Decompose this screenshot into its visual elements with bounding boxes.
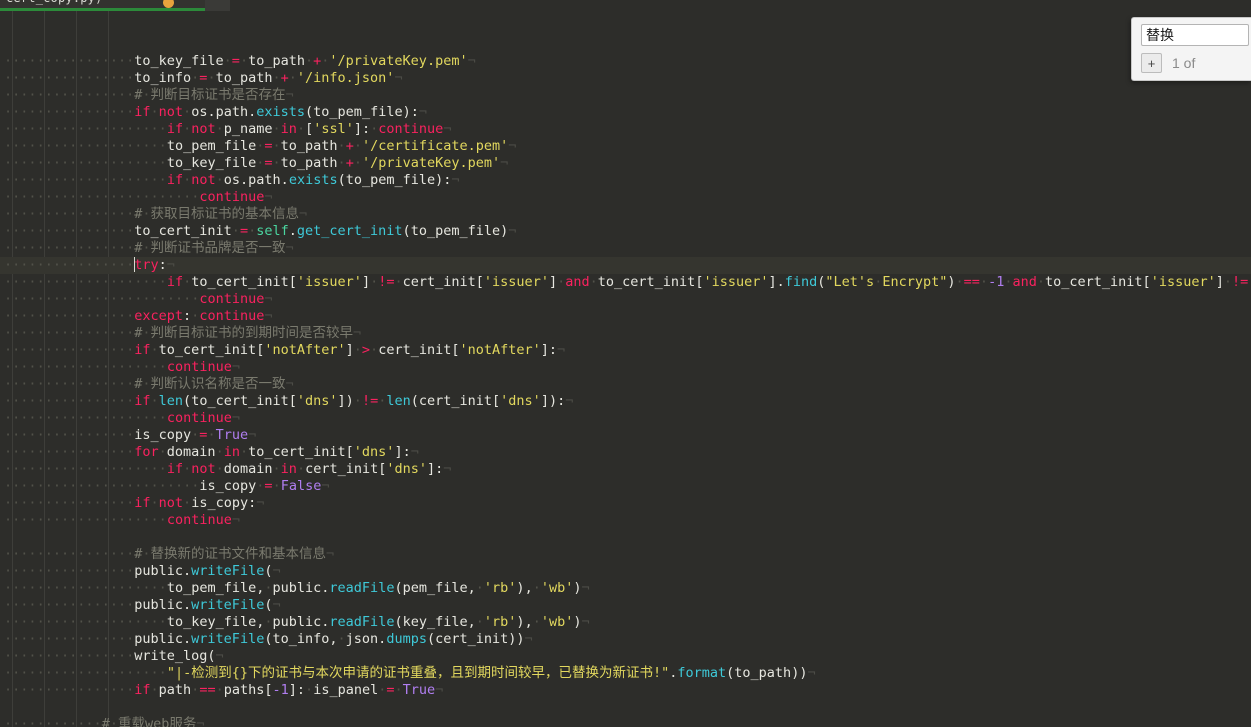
find-panel-controls: + 1 of — [1141, 53, 1251, 73]
code-line[interactable]: ················to_cert_init·=·self.get_… — [0, 223, 1251, 240]
code-line[interactable]: ················except:·continue¬ — [0, 308, 1251, 325]
code-line[interactable]: ····················continue¬ — [0, 359, 1251, 376]
code-line[interactable]: ························is_copy·=·False¬ — [0, 478, 1251, 495]
code-line[interactable] — [0, 529, 1251, 546]
code-line[interactable]: ················if·not·os.path.exists(to… — [0, 104, 1251, 121]
code-line[interactable]: ························continue¬ — [0, 291, 1251, 308]
code-line[interactable]: ················#·判断证书品牌是否一致¬ — [0, 240, 1251, 257]
code-line[interactable]: ················#·判断目标证书是否存在¬ — [0, 87, 1251, 104]
code-line[interactable]: ················if·to_cert_init['notAfte… — [0, 342, 1251, 359]
tab-label: cert_copy.py) — [6, 0, 103, 5]
code-line[interactable]: ····················to_pem_file,·public.… — [0, 580, 1251, 597]
code-line[interactable]: ····················to_pem_file·=·to_pat… — [0, 138, 1251, 155]
code-line[interactable]: ····················if·not·p_name·in·['s… — [0, 121, 1251, 138]
code-line[interactable]: ················if·not·is_copy:¬ — [0, 495, 1251, 512]
unsaved-changes-dot-icon — [163, 0, 174, 8]
code-line[interactable]: ················for·domain·in·to_cert_in… — [0, 444, 1251, 461]
code-line[interactable]: ················public.writeFile(¬ — [0, 563, 1251, 580]
code-line[interactable]: ················to_key_file·=·to_path·+·… — [0, 53, 1251, 70]
editor-window: cert_copy.py) ················to_key_fil… — [0, 0, 1251, 727]
code-line[interactable]: ················if·path·==·paths[-1]:·is… — [0, 682, 1251, 699]
code-line[interactable]: ························continue¬ — [0, 189, 1251, 206]
code-line[interactable]: ····················to_key_file·=·to_pat… — [0, 155, 1251, 172]
tab-strip-empty-area — [205, 0, 230, 11]
code-editor-surface[interactable]: ················to_key_file·=·to_path·+·… — [0, 11, 1251, 727]
code-line[interactable]: ····················if·to_cert_init['iss… — [0, 274, 1251, 291]
match-count-label: 1 of — [1172, 55, 1196, 71]
code-line[interactable] — [0, 699, 1251, 716]
code-line[interactable]: ····················if·not·domain·in·cer… — [0, 461, 1251, 478]
tab-active-file[interactable]: cert_copy.py) — [0, 0, 205, 11]
code-line[interactable]: ····················continue¬ — [0, 512, 1251, 529]
add-field-button[interactable]: + — [1141, 53, 1162, 73]
code-line[interactable]: ················#·获取目标证书的基本信息¬ — [0, 206, 1251, 223]
code-line[interactable]: ············#·重载web服务¬ — [0, 716, 1251, 727]
code-line[interactable]: ················#·判断目标证书的到期时间是否较早¬ — [0, 325, 1251, 342]
code-line[interactable]: ················write_log(¬ — [0, 648, 1251, 665]
code-line[interactable]: ····················continue¬ — [0, 410, 1251, 427]
code-line[interactable]: ················public.writeFile(¬ — [0, 597, 1251, 614]
code-line[interactable]: ····················"|-检测到{}下的证书与本次申请的证书… — [0, 665, 1251, 682]
code-line[interactable]: ················is_copy·=·True¬ — [0, 427, 1251, 444]
code-line[interactable]: ················#·判断认识名称是否一致¬ — [0, 376, 1251, 393]
replace-input[interactable] — [1141, 24, 1249, 46]
code-content: ················to_key_file·=·to_path·+·… — [0, 11, 1251, 727]
code-line[interactable]: ················public.writeFile(to_info… — [0, 631, 1251, 648]
code-line[interactable]: ················if·len(to_cert_init['dns… — [0, 393, 1251, 410]
code-line[interactable]: ················to_info·=·to_path·+·'/in… — [0, 70, 1251, 87]
code-line[interactable]: ····················to_key_file,·public.… — [0, 614, 1251, 631]
code-line[interactable]: ················#·替换新的证书文件和基本信息¬ — [0, 546, 1251, 563]
find-replace-panel[interactable]: + 1 of — [1131, 17, 1251, 81]
code-line[interactable]: ····················if·not·os.path.exist… — [0, 172, 1251, 189]
tab-strip: cert_copy.py) — [0, 0, 230, 11]
code-line[interactable]: ················try:¬ — [0, 257, 1251, 274]
